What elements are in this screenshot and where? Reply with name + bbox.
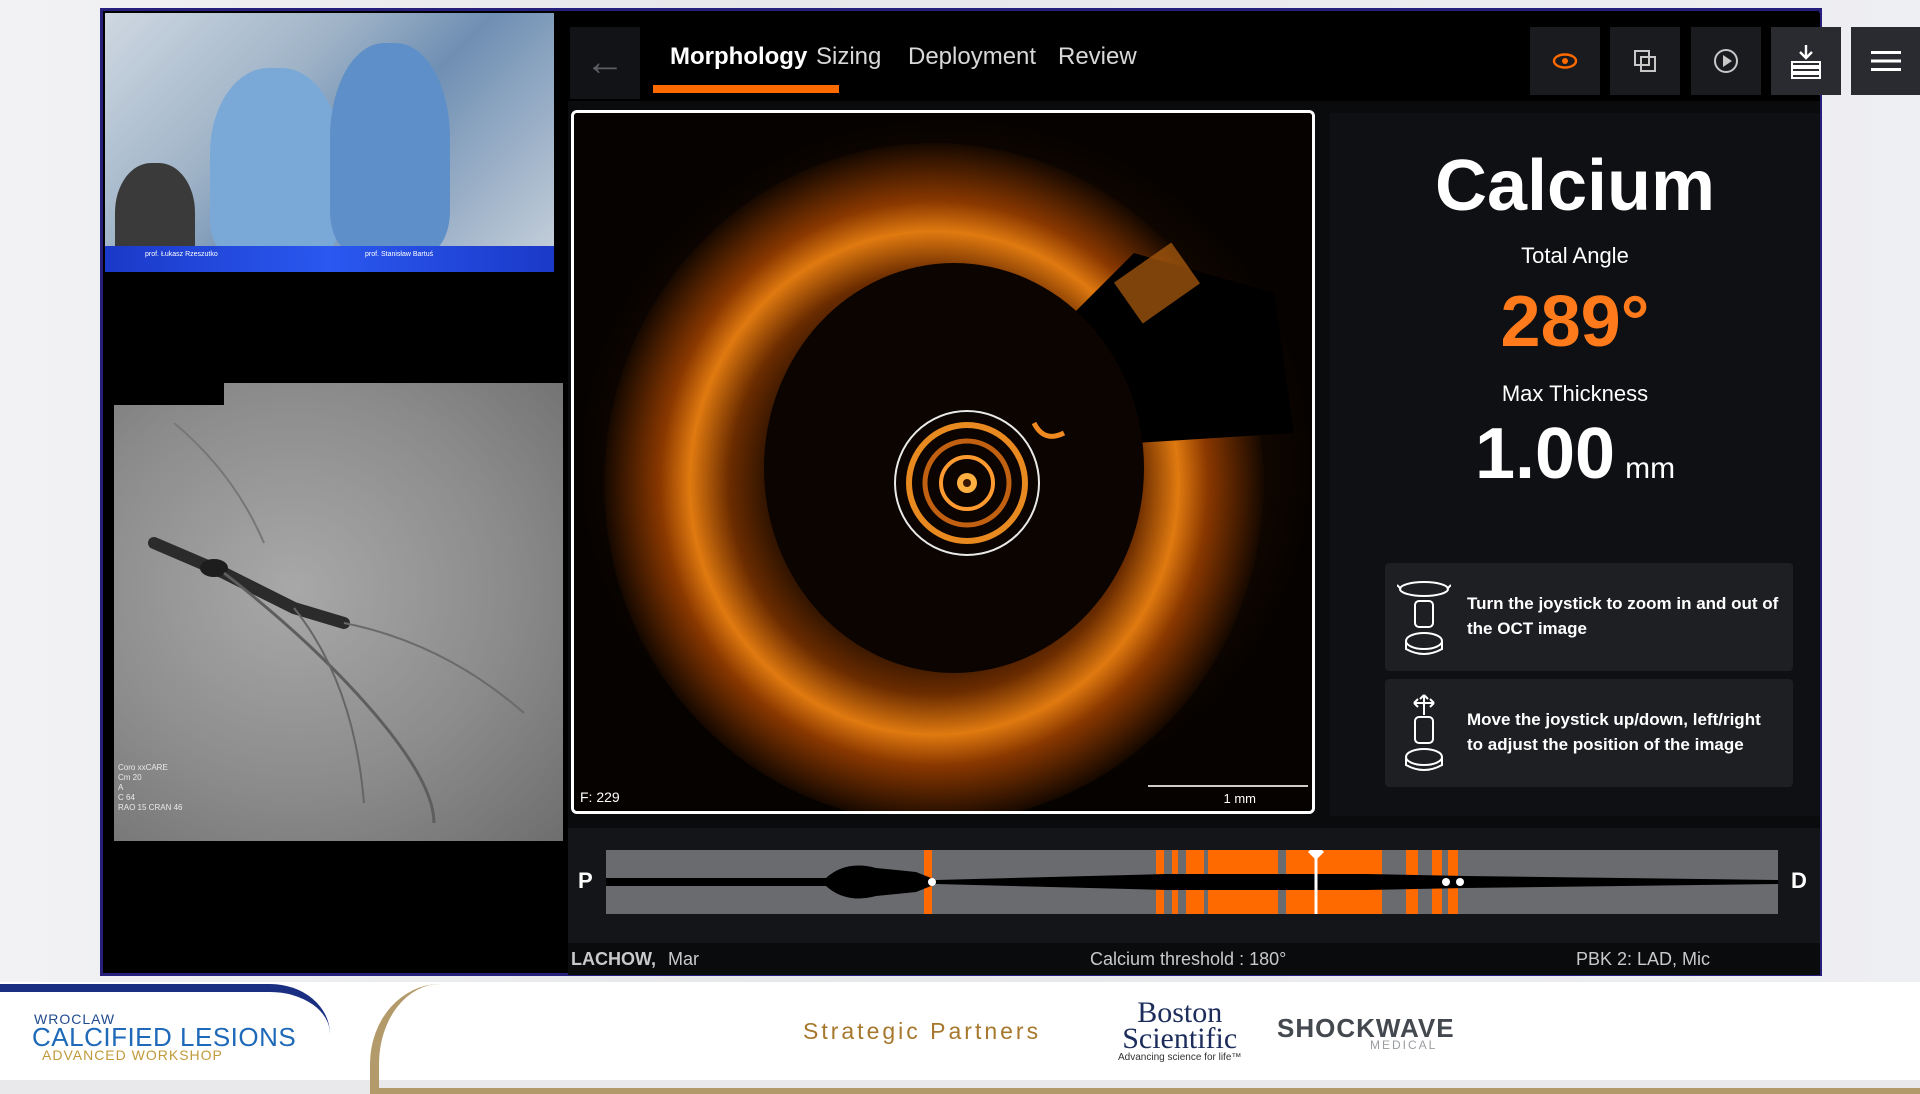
tab-review[interactable]: Review (1058, 43, 1137, 71)
joystick-rotate-icon (1397, 581, 1451, 655)
view-toggle-button[interactable] (1530, 27, 1600, 95)
max-thickness-readout: 1.00 mm (1330, 413, 1820, 495)
joystick-move-icon (1405, 694, 1443, 771)
export-button[interactable] (1771, 27, 1841, 95)
camera-name-bar (105, 246, 554, 272)
angiography-image: Coro xxCARE Cm 20 A C 64 RAO 15 CRAN 46 (114, 383, 563, 841)
calcium-threshold-value: 180° (1249, 949, 1287, 969)
distal-label: D (1791, 868, 1807, 893)
camera-person-figure (330, 43, 450, 253)
patient-last-name: LACHOW, (571, 949, 656, 969)
camera-feed: prof. Łukasz Rzeszutko prof. Stanisław B… (105, 13, 554, 272)
copy-button[interactable] (1610, 27, 1680, 95)
tab-deployment[interactable]: Deployment (908, 43, 1036, 71)
proximal-label: P (578, 868, 593, 893)
oct-cross-section-image[interactable]: F: 229 1 mm (571, 110, 1315, 814)
panel-title: Calcium (1434, 146, 1716, 226)
eye-icon (1552, 53, 1578, 69)
max-thickness-value: 1.00 (1474, 414, 1616, 494)
boston-scientific-line2: Scientific (1122, 1022, 1238, 1055)
calcium-threshold-label: Calcium threshold : (1090, 949, 1245, 969)
pullback-track[interactable] (606, 844, 1778, 914)
boston-scientific-logo: Boston Scientific Advancing science for … (1118, 998, 1242, 1064)
event-logo-subtitle: ADVANCED WORKSHOP (42, 1047, 223, 1063)
frame-number: F: 229 (580, 789, 620, 805)
boston-scientific-tagline: Advancing science for life™ (1118, 1052, 1242, 1063)
hint-move: Move the joystick up/down, left/right to… (1385, 679, 1793, 787)
copy-icon (1634, 50, 1656, 72)
back-arrow-icon: ← (585, 40, 625, 84)
max-thickness-unit: mm (1625, 452, 1676, 485)
oct-application: ← Morphology Sizing Deployment Review F:… (568, 13, 1920, 975)
angio-text-line: C 64 (118, 793, 135, 802)
download-stack-icon (1791, 45, 1821, 79)
back-button[interactable]: ← (570, 27, 640, 99)
hint-zoom-text: Turn the joystick to zoom in and out of … (1467, 594, 1779, 638)
calcium-metrics-panel: Calcium Total Angle 289° Max Thickness 1… (1330, 113, 1820, 816)
angio-text-line: A (118, 783, 124, 792)
menu-icon (1871, 51, 1901, 71)
max-thickness-label: Max Thickness (1501, 381, 1649, 406)
angio-text-line: RAO 15 CRAN 46 (118, 803, 183, 812)
play-icon (1714, 49, 1738, 73)
camera-name-right: prof. Stanisław Bartuś (365, 251, 434, 258)
angio-text-line: Coro xxCARE (118, 763, 168, 772)
total-angle-value: 289° (1500, 282, 1650, 362)
hint-zoom: Turn the joystick to zoom in and out of … (1385, 563, 1793, 671)
shockwave-logo-sub: MEDICAL (1370, 1038, 1438, 1052)
scale-label: 1 mm (1223, 791, 1257, 806)
top-navigation-bar: ← Morphology Sizing Deployment Review (568, 13, 1920, 101)
play-button[interactable] (1691, 27, 1761, 95)
pullback-longitudinal-view[interactable]: P D (568, 828, 1820, 943)
camera-name-left: prof. Łukasz Rzeszutko (145, 251, 218, 258)
tab-sizing[interactable]: Sizing (816, 43, 881, 71)
strategic-partners-label: Strategic Partners (803, 1018, 1042, 1044)
patient-first-name: Mar (668, 949, 699, 969)
active-tab-indicator (653, 85, 839, 93)
oct-vessel-rendering (574, 113, 1312, 811)
hint-move-text: Move the joystick up/down, left/right to… (1467, 710, 1761, 754)
lumen-profile (606, 844, 1778, 914)
tab-morphology[interactable]: Morphology (670, 43, 807, 71)
angio-overlay-text: Coro xxCARE Cm 20 A C 64 RAO 15 CRAN 46 (118, 763, 182, 813)
calcium-threshold: Calcium threshold : 180° (1090, 949, 1286, 970)
camera-person-figure (210, 68, 340, 258)
total-angle-label: Total Angle (1521, 243, 1629, 268)
menu-button[interactable] (1851, 27, 1920, 95)
angio-text-line: Cm 20 (118, 773, 142, 782)
scale-bar (1148, 785, 1308, 787)
procedure-screen: prof. Łukasz Rzeszutko prof. Stanisław B… (100, 8, 1920, 976)
pullback-info: PBK 2: LAD, Mic (1576, 949, 1711, 969)
